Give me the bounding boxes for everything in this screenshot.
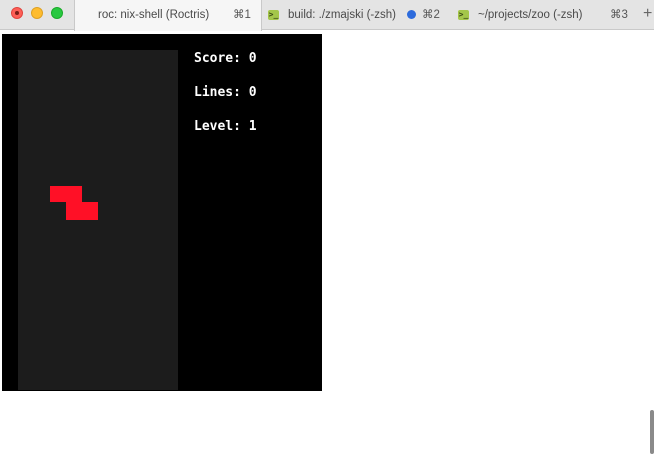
tab-title: ~/projects/zoo (-zsh) — [478, 9, 583, 21]
tab-shortcut: ⌘2 — [422, 9, 440, 21]
minimize-window-button[interactable] — [31, 7, 43, 19]
tab-title: roc: nix-shell (Roctris) — [98, 9, 210, 21]
tab-zoo[interactable]: >_ ~/projects/zoo (-zsh) ⌘3 — [452, 0, 642, 30]
terminal-icon: >_ — [458, 10, 469, 20]
zoom-window-button[interactable] — [51, 7, 63, 19]
tetris-board — [18, 50, 178, 390]
tab-bar: roc: nix-shell (Roctris) ⌘1 >_ build: ./… — [0, 0, 654, 31]
score-text: Score: 0 — [194, 51, 257, 66]
lines-text: Lines: 0 — [194, 85, 257, 100]
close-window-button[interactable] — [11, 7, 23, 19]
tab-roctris[interactable]: roc: nix-shell (Roctris) ⌘1 — [74, 0, 262, 31]
tab-shortcut: ⌘1 — [233, 9, 251, 21]
tetromino-block — [50, 186, 82, 202]
level-text: Level: 1 — [194, 119, 257, 134]
terminal-icon: >_ — [268, 10, 279, 20]
tetromino-block — [66, 202, 98, 220]
tab-shortcut: ⌘3 — [610, 9, 628, 21]
new-tab-button[interactable]: + — [643, 0, 654, 30]
tab-title: build: ./zmajski (-zsh) — [288, 9, 396, 21]
terminal-game-view[interactable]: Score: 0 Lines: 0 Level: 1 — [2, 34, 322, 391]
activity-dot-icon — [407, 10, 416, 19]
tab-build[interactable]: >_ build: ./zmajski (-zsh) ⌘2 — [262, 0, 452, 30]
scrollbar[interactable] — [650, 410, 654, 454]
